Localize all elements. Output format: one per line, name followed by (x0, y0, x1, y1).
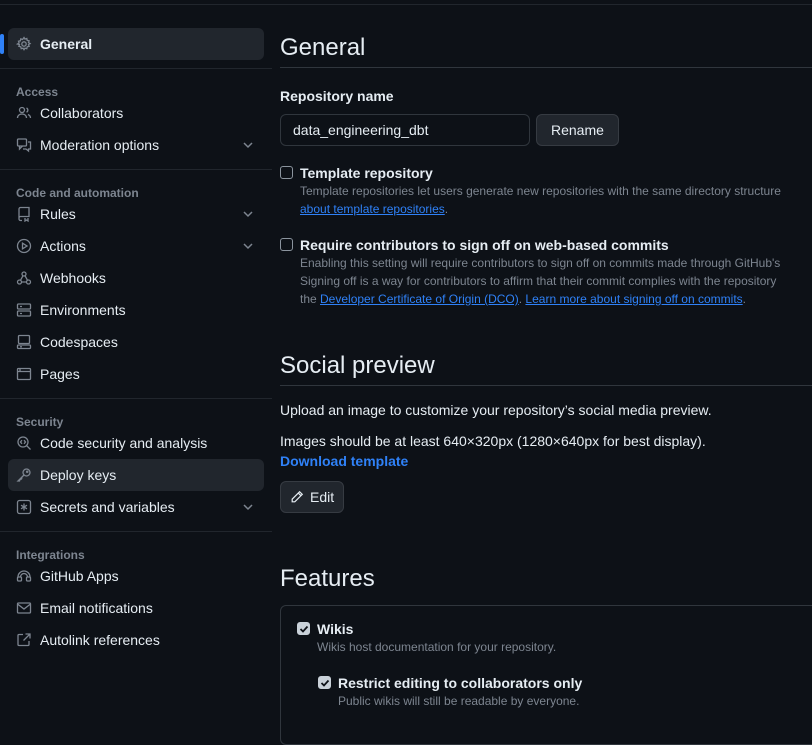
divider (0, 398, 272, 399)
sidebar-item-label: Codespaces (40, 334, 118, 350)
repo-name-input[interactable] (280, 114, 530, 146)
sidebar-item-github-apps[interactable]: GitHub Apps (8, 560, 264, 592)
template-repo-title: Template repository (300, 165, 433, 181)
restrict-editing-option: Restrict editing to collaborators only P… (318, 674, 803, 710)
sidebar-item-label: Email notifications (40, 600, 153, 616)
asterisk-icon (16, 499, 32, 515)
sidebar-item-pages[interactable]: Pages (8, 358, 264, 390)
divider (0, 531, 272, 532)
edit-button-label: Edit (310, 489, 335, 505)
sidebar-item-email-notifications[interactable]: Email notifications (8, 592, 264, 624)
wikis-checkbox[interactable] (297, 622, 310, 635)
sidebar-item-actions[interactable]: Actions (8, 230, 264, 262)
sidebar-item-general[interactable]: General (0, 28, 264, 60)
top-border (0, 0, 812, 5)
signoff-desc-line1: Enabling this setting will require contr… (300, 256, 781, 270)
punctuation: . (742, 292, 746, 306)
learn-signoff-link[interactable]: Learn more about signing off on commits (525, 292, 742, 306)
divider (0, 169, 272, 170)
restrict-editing-title: Restrict editing to collaborators only (338, 675, 583, 691)
sidebar-item-codespaces[interactable]: Codespaces (8, 326, 264, 358)
sidebar-item-webhooks[interactable]: Webhooks (8, 262, 264, 294)
sidebar-item-label: Autolink references (40, 632, 160, 648)
signoff-desc-prefix: the (300, 292, 321, 306)
sidebar-item-autolink-references[interactable]: Autolink references (8, 624, 264, 656)
punctuation: . (444, 202, 449, 216)
signoff-checkbox[interactable] (280, 238, 293, 251)
sidebar-item-environments[interactable]: Environments (8, 294, 264, 326)
pencil-icon (290, 490, 304, 504)
chevron-down-icon[interactable] (242, 138, 254, 150)
sidebar-item-label: Collaborators (40, 105, 124, 121)
sidebar-item-collaborators[interactable]: Collaborators (8, 97, 264, 129)
cross-reference-icon (16, 632, 32, 648)
sidebar-item-label: GitHub Apps (40, 568, 119, 584)
sidebar-item-moderation-options[interactable]: Moderation options (8, 129, 264, 161)
about-template-link[interactable]: about template repositories (300, 202, 445, 216)
sidebar-item-label: Actions (40, 238, 86, 254)
sidebar-item-rules[interactable]: Rules (8, 198, 264, 230)
signoff-title: Require contributors to sign off on web-… (300, 237, 669, 253)
restrict-editing-checkbox[interactable] (318, 676, 331, 689)
key-icon (16, 467, 32, 483)
chevron-down-icon[interactable] (242, 500, 254, 512)
section-title-code-automation: Code and automation (16, 186, 139, 200)
sidebar-item-secrets-variables[interactable]: Secrets and variables (8, 491, 264, 523)
template-repo-desc: Template repositories let users generate… (300, 184, 781, 198)
gear-icon (16, 36, 32, 52)
restrict-editing-desc: Public wikis will still be readable by e… (338, 694, 580, 708)
features-box: Wikis Wikis host documentation for your … (280, 605, 812, 745)
social-line2: Images should be at least 640×320px (128… (280, 433, 706, 449)
wikis-desc: Wikis host documentation for your reposi… (317, 640, 557, 654)
sidebar-item-label: General (40, 36, 93, 52)
chevron-down-icon[interactable] (242, 239, 254, 251)
codescan-icon (16, 435, 32, 451)
apps-icon (16, 568, 32, 584)
sidebar-item-label: Moderation options (40, 137, 160, 153)
wikis-option: Wikis Wikis host documentation for your … (297, 620, 803, 656)
codespaces-icon (16, 334, 32, 350)
page-title: General (280, 28, 812, 68)
people-icon (16, 105, 32, 121)
settings-sidebar: General Access Collaborators Moderation … (0, 28, 272, 656)
sidebar-item-code-security[interactable]: Code security and analysis (8, 427, 264, 459)
browser-icon (16, 366, 32, 382)
download-template-link[interactable]: Download template (280, 453, 408, 469)
sidebar-item-label: Secrets and variables (40, 499, 175, 515)
sidebar-item-label: Code security and analysis (40, 435, 208, 451)
repo-push-icon (16, 206, 32, 222)
features-title: Features (280, 565, 375, 592)
server-icon (16, 302, 32, 318)
dco-link[interactable]: Developer Certificate of Origin (DCO) (320, 292, 519, 306)
section-title-access: Access (16, 85, 59, 99)
section-title-integrations: Integrations (16, 548, 85, 562)
signoff-option: Require contributors to sign off on web-… (280, 236, 812, 308)
divider (0, 68, 272, 69)
wikis-title: Wikis (317, 621, 354, 637)
social-preview-title: Social preview (280, 346, 812, 386)
sidebar-item-label: Webhooks (40, 270, 106, 286)
sidebar-item-deploy-keys[interactable]: Deploy keys (8, 459, 264, 491)
repo-name-label: Repository name (280, 88, 394, 104)
social-line1: Upload an image to customize your reposi… (280, 402, 712, 418)
template-repo-option: Template repository Template repositorie… (280, 164, 812, 218)
mail-icon (16, 600, 32, 616)
section-title-security: Security (16, 415, 64, 429)
sidebar-item-label: Pages (40, 366, 80, 382)
edit-button[interactable]: Edit (280, 481, 345, 513)
chevron-down-icon[interactable] (242, 207, 254, 219)
sidebar-item-label: Rules (40, 206, 76, 222)
webhook-icon (16, 270, 32, 286)
template-repo-checkbox[interactable] (280, 166, 293, 179)
signoff-desc-line2: Signing off is a way for contributors to… (300, 274, 777, 288)
settings-main: General Repository name Rename Template … (280, 28, 812, 745)
sidebar-item-label: Environments (40, 302, 126, 318)
play-icon (16, 238, 32, 254)
rename-button[interactable]: Rename (536, 114, 619, 146)
sidebar-item-label: Deploy keys (40, 467, 117, 483)
comment-discussion-icon (16, 137, 32, 153)
